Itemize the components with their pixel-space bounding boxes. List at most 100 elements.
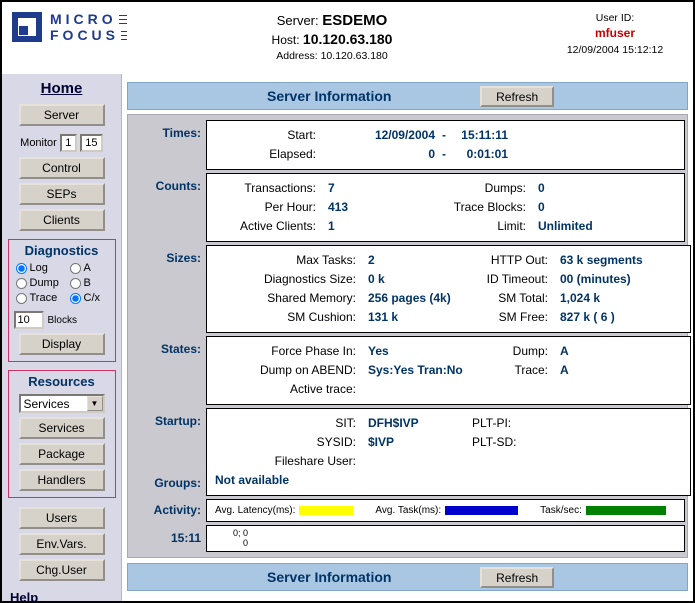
fileshare-user-value [360,452,472,471]
micro-focus-logo: MICRO FOCUS [12,12,127,43]
logo-text-micro: MICRO [48,12,127,27]
radio-b-input[interactable] [70,278,81,289]
logo-text: MICRO FOCUS [48,12,127,43]
services-button[interactable]: Services [19,417,105,439]
seps-button[interactable]: SEPs [19,183,105,205]
sizes-row: Sizes: Max Tasks: 2 HTTP Out: 63 k segme… [130,245,685,333]
page: MICRO FOCUS Server: ESDEMO Host: 10.120.… [0,0,695,603]
radio-a[interactable]: A [70,262,112,274]
plt-sd-value [552,433,682,452]
display-button[interactable]: Display [19,333,105,355]
elapsed-label: Elapsed: [215,145,320,164]
http-out-value: 63 k segments [552,251,682,270]
shared-memory-value: 256 pages (4k) [360,289,472,308]
trace-state-value: A [552,361,682,380]
id-timeout-value: 00 (minutes) [552,270,682,289]
activity-value-line2: 0 [233,538,676,548]
handlers-button[interactable]: Handlers [19,469,105,491]
sizes-panel: Max Tasks: 2 HTTP Out: 63 k segments Dia… [206,245,691,333]
per-hour-value: 413 [320,198,420,217]
sm-free-value: 827 k ( 6 ) [552,308,682,327]
control-button[interactable]: Control [19,157,105,179]
start-date-value: 12/09/2004 [320,126,435,145]
user-info: User ID: mfuser 12/09/2004 15:12:12 [545,12,685,56]
address-line: Address: 10.120.63.180 [187,50,477,62]
monitor-interval-input[interactable] [60,134,77,152]
plt-pi-value [552,414,682,433]
groups-value: Not available [215,471,682,490]
chevron-down-icon[interactable]: ▼ [87,396,103,411]
startup-row-label: Startup: [155,414,201,428]
micro-focus-logo-icon [12,12,42,42]
resources-dropdown[interactable]: Services ▼ [19,394,105,413]
server-button[interactable]: Server [19,104,105,126]
active-clients-label: Active Clients: [215,217,320,236]
radio-a-input[interactable] [70,263,81,274]
limit-label: Limit: [420,217,530,236]
start-time-value: 15:11:11 [453,126,508,145]
activity-panel: Avg. Latency(ms): Avg. Task(ms): Task/se… [206,499,685,522]
activity-row-label: Activity: [130,499,206,522]
change-user-button[interactable]: Chg.User [19,559,105,581]
activity-time-row: 15:11 0; 0 0 [130,525,685,552]
refresh-button-bottom[interactable]: Refresh [480,567,554,588]
force-phase-in-value: Yes [360,342,472,361]
sm-cushion-label: SM Cushion: [215,308,360,327]
help-title: Help [10,590,121,601]
sysid-value: $IVP [360,433,472,452]
radio-cx-label: C/x [84,292,101,304]
radio-trace-label: Trace [30,292,58,304]
dump-on-abend-label: Dump on ABEND: [215,361,360,380]
radio-dump-input[interactable] [16,278,27,289]
startup-panel: SIT: DFH$IVP PLT-PI: SYSID: $IVP PLT-SD:… [206,408,691,496]
diagnostics-radio-group: Log A Dump B Trace C/x [16,262,115,304]
sm-free-label: SM Free: [472,308,552,327]
datetime: 12/09/2004 15:12:12 [545,44,685,56]
blocks-label: Blocks [48,315,77,326]
task-per-sec-label: Task/sec: [540,505,582,516]
resources-section: Resources Services ▼ Services Package Ha… [8,370,116,498]
resources-title: Resources [9,374,115,389]
host-label: Host: [272,33,300,47]
radio-a-label: A [84,262,91,274]
logo-inner-square [19,26,28,35]
clients-button[interactable]: Clients [19,209,105,231]
user-id-value: mfuser [545,26,685,40]
users-button[interactable]: Users [19,507,105,529]
home-link[interactable]: Home [2,80,121,97]
avg-task-label: Avg. Task(ms): [375,505,441,516]
server-identity: Server: ESDEMO Host: 10.120.63.180 Addre… [187,12,477,62]
refresh-button-top[interactable]: Refresh [480,86,554,107]
sit-value: DFH$IVP [360,414,472,433]
radio-trace[interactable]: Trace [16,292,70,304]
limit-value: Unlimited [530,217,660,236]
radio-dump-label: Dump [30,277,59,289]
package-button[interactable]: Package [19,443,105,465]
blocks-input[interactable] [14,311,44,329]
groups-row-label: Groups: [154,476,201,490]
user-id-label: User ID: [545,12,685,24]
elapsed-days-value: 0 [320,145,435,164]
times-row-label: Times: [130,120,206,170]
active-trace-label: Active trace: [215,380,360,399]
page-title: Server Information [128,88,530,104]
logo-word-focus: FOCUS [48,28,121,43]
radio-b-label: B [84,277,91,289]
radio-dump[interactable]: Dump [16,277,70,289]
env-vars-button[interactable]: Env.Vars. [19,533,105,555]
server-information-table: Times: Start: 12/09/2004 - 15:11:11 Elap… [127,114,688,558]
trace-blocks-label: Trace Blocks: [420,198,530,217]
date-time-separator: - [435,145,453,164]
server-label: Server: [277,13,319,28]
host-value: 10.120.63.180 [303,31,393,47]
radio-log[interactable]: Log [16,262,70,274]
radio-cx[interactable]: C/x [70,292,112,304]
radio-cx-input[interactable] [70,293,81,304]
radio-trace-input[interactable] [16,293,27,304]
radio-b[interactable]: B [70,277,112,289]
sidebar: Home Server Monitor Control SEPs Clients… [2,74,122,601]
transactions-label: Transactions: [215,179,320,198]
main-content: Server Information Refresh Times: Start:… [122,74,693,601]
monitor-count-input[interactable] [80,134,103,152]
radio-log-input[interactable] [16,263,27,274]
